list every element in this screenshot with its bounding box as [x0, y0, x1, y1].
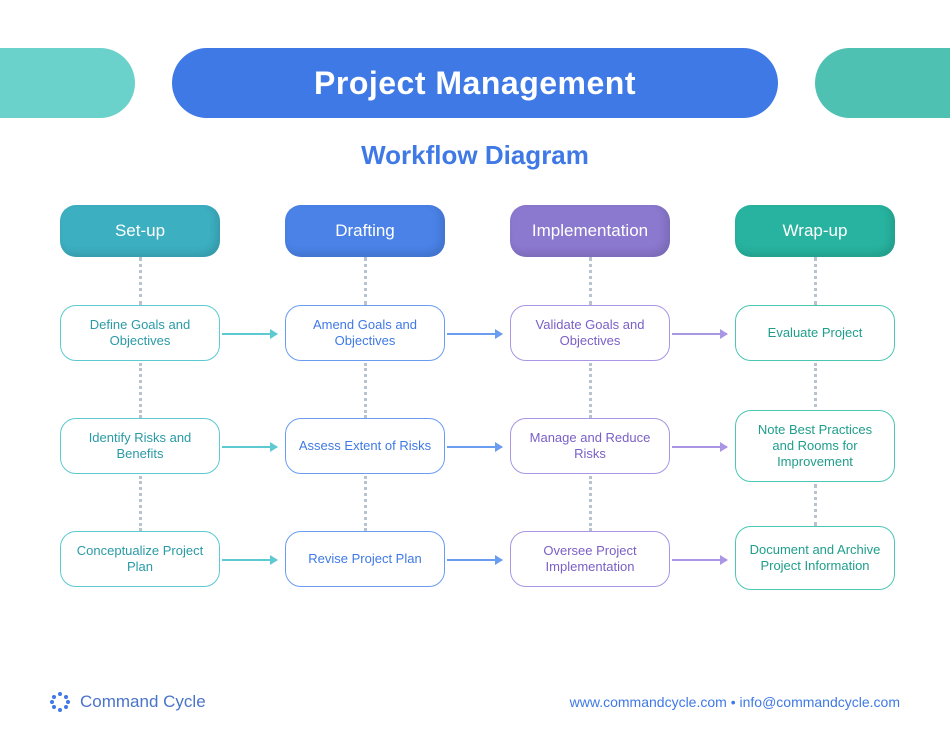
step-label: Oversee Project Implementation	[523, 543, 657, 576]
footer-sep: •	[727, 694, 740, 710]
step-impl-r1: Validate Goals and Objectives	[510, 305, 670, 361]
step-draft-r1: Amend Goals and Objectives	[285, 305, 445, 361]
stage-label: Set-up	[115, 221, 165, 241]
arrow	[672, 559, 727, 561]
vdot	[589, 257, 592, 305]
stage-head-setup: Set-up	[60, 205, 220, 257]
step-label: Note Best Practices and Rooms for Improv…	[748, 422, 882, 471]
step-impl-r3: Oversee Project Implementation	[510, 531, 670, 587]
step-impl-r2: Manage and Reduce Risks	[510, 418, 670, 474]
vdot	[364, 257, 367, 305]
step-wrap-r3: Document and Archive Project Information	[735, 526, 895, 590]
step-label: Validate Goals and Objectives	[523, 317, 657, 350]
main-title: Project Management	[314, 65, 636, 102]
stage-label: Implementation	[532, 221, 648, 241]
stage-head-drafting: Drafting	[285, 205, 445, 257]
step-label: Revise Project Plan	[308, 551, 421, 567]
arrow	[222, 446, 277, 448]
stage-head-wrapup: Wrap-up	[735, 205, 895, 257]
step-label: Document and Archive Project Information	[748, 542, 882, 575]
stage-label: Wrap-up	[783, 221, 848, 241]
step-label: Define Goals and Objectives	[73, 317, 207, 350]
arrow	[447, 446, 502, 448]
vdot	[814, 363, 817, 413]
step-draft-r2: Assess Extent of Risks	[285, 418, 445, 474]
vdot	[814, 484, 817, 526]
arrow	[672, 333, 727, 335]
vdot	[139, 476, 142, 531]
header-accent-right	[815, 48, 950, 118]
step-wrap-r1: Evaluate Project	[735, 305, 895, 361]
step-label: Conceptualize Project Plan	[73, 543, 207, 576]
brand: Command Cycle	[50, 692, 206, 712]
stage-head-implementation: Implementation	[510, 205, 670, 257]
step-label: Amend Goals and Objectives	[298, 317, 432, 350]
step-label: Assess Extent of Risks	[299, 438, 431, 454]
footer: Command Cycle www.commandcycle.com • inf…	[0, 692, 950, 712]
arrow	[222, 333, 277, 335]
vdot	[364, 476, 367, 531]
arrow	[672, 446, 727, 448]
arrow	[447, 559, 502, 561]
step-wrap-r2: Note Best Practices and Rooms for Improv…	[735, 410, 895, 482]
vdot	[364, 363, 367, 418]
footer-email: info@commandcycle.com	[740, 694, 901, 710]
step-label: Evaluate Project	[768, 325, 863, 341]
arrow	[447, 333, 502, 335]
arrow	[222, 559, 277, 561]
header-bar: Project Management	[0, 48, 950, 118]
step-setup-r1: Define Goals and Objectives	[60, 305, 220, 361]
brand-logo-icon	[50, 692, 70, 712]
step-label: Identify Risks and Benefits	[73, 430, 207, 463]
vdot	[589, 476, 592, 531]
footer-website: www.commandcycle.com	[570, 694, 727, 710]
vdot	[814, 257, 817, 305]
step-draft-r3: Revise Project Plan	[285, 531, 445, 587]
step-setup-r2: Identify Risks and Benefits	[60, 418, 220, 474]
step-setup-r3: Conceptualize Project Plan	[60, 531, 220, 587]
subtitle: Workflow Diagram	[0, 140, 950, 171]
header-title-pill: Project Management	[172, 48, 778, 118]
step-label: Manage and Reduce Risks	[523, 430, 657, 463]
header-accent-left	[0, 48, 135, 118]
vdot	[139, 363, 142, 418]
stage-label: Drafting	[335, 221, 395, 241]
vdot	[139, 257, 142, 305]
vdot	[589, 363, 592, 418]
footer-contact: www.commandcycle.com • info@commandcycle…	[570, 694, 900, 710]
brand-name: Command Cycle	[80, 692, 206, 712]
